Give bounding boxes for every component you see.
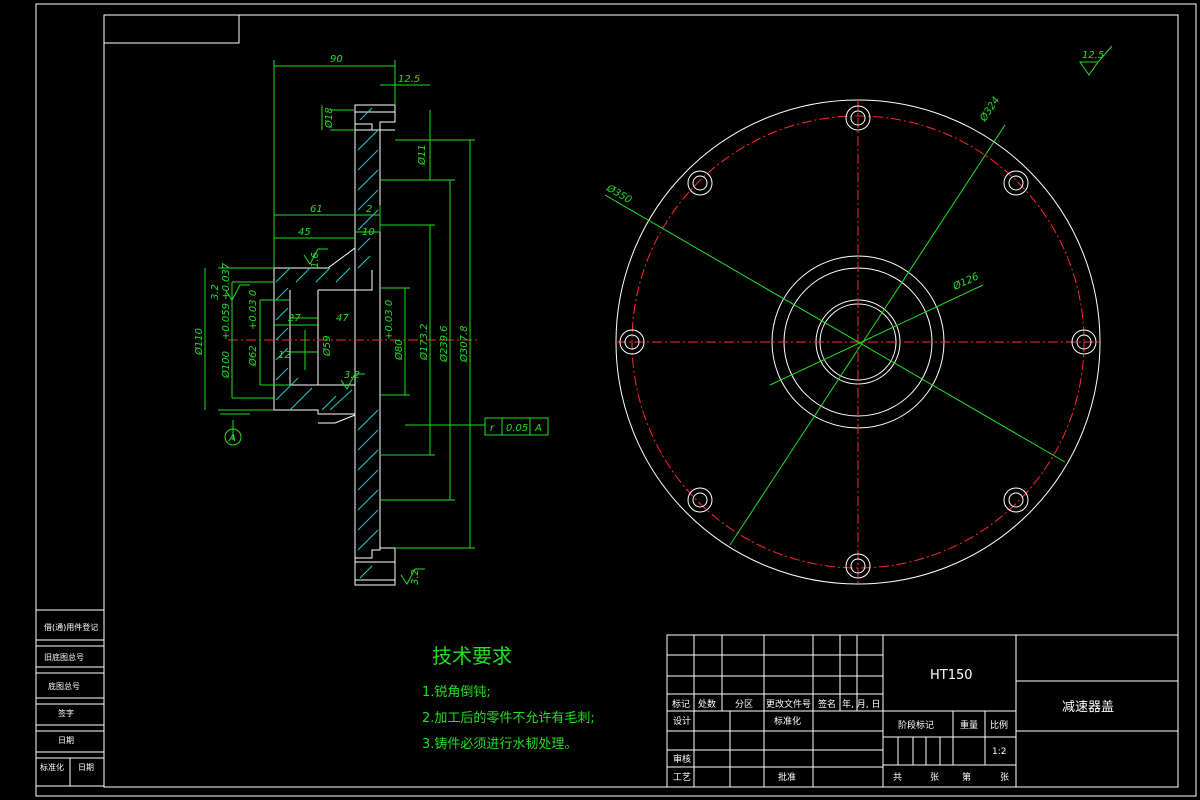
svg-text:Ø110: Ø110: [193, 328, 205, 356]
svg-text:Ø324: Ø324: [977, 94, 1002, 124]
svg-text:Ø100: Ø100: [220, 351, 232, 379]
svg-text:45: 45: [298, 227, 311, 238]
svg-text:分区: 分区: [735, 699, 753, 710]
svg-text:3.铸件必须进行水韧处理。: 3.铸件必须进行水韧处理。: [422, 736, 577, 752]
svg-text:47: 47: [336, 313, 349, 324]
svg-text:更改文件号: 更改文件号: [766, 698, 811, 710]
svg-text:+0.03 0: +0.03 0: [384, 300, 395, 340]
svg-text:Ø59: Ø59: [321, 335, 333, 357]
svg-text:重量: 重量: [960, 719, 978, 731]
dimension-texts: 90 12.5 Ø18 Ø11 61 2 45 10 1.6 3.2 Ø110 …: [193, 54, 542, 585]
svg-text:A: A: [534, 423, 542, 434]
side-block: 借(通)用件登记 旧底图总号 底图总号 签字 日期 标准化 日期: [35, 609, 105, 787]
svg-text:底图总号: 底图总号: [48, 681, 80, 691]
svg-text:Ø239.6: Ø239.6: [438, 326, 450, 364]
svg-text:技术要求: 技术要求: [432, 644, 512, 668]
svg-text:1:2: 1:2: [992, 747, 1006, 757]
front-view-labels: Ø324 Ø350 Ø126: [604, 94, 1003, 293]
svg-text:1.6: 1.6: [310, 252, 321, 268]
svg-text:+0.059 +0.037: +0.059 +0.037: [221, 262, 232, 340]
svg-text:标准化: 标准化: [40, 762, 64, 772]
svg-text:共: 共: [893, 772, 902, 783]
svg-text:Ø173.2: Ø173.2: [418, 324, 430, 362]
cad-drawing: 90 12.5 Ø18 Ø11 61 2 45 10 1.6 3.2 Ø110 …: [35, 3, 1197, 797]
svg-text:签字: 签字: [58, 708, 74, 718]
svg-text:日期: 日期: [78, 763, 94, 772]
svg-text:审核: 审核: [673, 753, 691, 765]
svg-text:3.2: 3.2: [344, 370, 360, 381]
svg-text:旧底图总号: 旧底图总号: [44, 652, 84, 662]
svg-text:批准: 批准: [778, 771, 796, 783]
svg-text:1.锐角倒钝;: 1.锐角倒钝;: [422, 685, 491, 700]
svg-text:张: 张: [1000, 772, 1009, 783]
technical-requirements: 技术要求 1.锐角倒钝; 2.加工后的零件不允许有毛刺; 3.铸件必须进行水韧处…: [422, 644, 595, 752]
svg-text:Ø126: Ø126: [950, 270, 980, 293]
svg-text:27: 27: [288, 313, 301, 324]
svg-text:Ø80: Ø80: [393, 339, 405, 361]
svg-text:61: 61: [310, 204, 323, 215]
svg-text:第: 第: [962, 771, 971, 783]
svg-text:12.5: 12.5: [1082, 50, 1104, 61]
svg-text:标记: 标记: [672, 698, 690, 710]
svg-text:2.加工后的零件不允许有毛刺;: 2.加工后的零件不允许有毛刺;: [422, 710, 595, 726]
drawing-frame: [35, 3, 1197, 797]
svg-text:处数: 处数: [698, 698, 716, 710]
svg-text:张: 张: [930, 772, 939, 783]
svg-text:签名: 签名: [818, 698, 836, 710]
svg-text:减速器盖: 减速器盖: [1062, 700, 1114, 715]
svg-text:Ø62: Ø62: [247, 345, 259, 367]
svg-text:3.2: 3.2: [410, 569, 421, 585]
svg-text:标准化: 标准化: [774, 715, 801, 727]
title-block: 标记 处数 分区 更改文件号 签名 年, 月, 日 设计 标准化 审核 工艺 批…: [666, 634, 1179, 788]
svg-text:设计: 设计: [673, 715, 691, 727]
roughness-mark: 12.5: [1079, 45, 1113, 76]
svg-text:12.5: 12.5: [398, 74, 420, 85]
svg-text:比例: 比例: [990, 719, 1008, 731]
svg-text:12: 12: [278, 350, 291, 361]
svg-text:Ø11: Ø11: [416, 144, 428, 166]
svg-text:日期: 日期: [58, 736, 74, 745]
svg-text:阶段标记: 阶段标记: [898, 719, 934, 731]
svg-text:10: 10: [362, 227, 375, 238]
svg-text:年, 月, 日: 年, 月, 日: [842, 698, 880, 710]
svg-text:HT150: HT150: [930, 668, 973, 683]
svg-text:工艺: 工艺: [673, 772, 691, 783]
svg-text:90: 90: [330, 54, 343, 65]
svg-text:A: A: [228, 433, 236, 444]
svg-text:0.05: 0.05: [506, 423, 528, 434]
svg-text:2: 2: [366, 204, 372, 215]
svg-text:借(通)用件登记: 借(通)用件登记: [44, 622, 98, 632]
svg-text:3.2: 3.2: [210, 284, 221, 300]
svg-text:Ø307.8: Ø307.8: [458, 326, 470, 364]
svg-text:+0.03 0: +0.03 0: [248, 290, 259, 330]
svg-text:Ø18: Ø18: [323, 107, 335, 129]
front-view: [604, 99, 1101, 585]
svg-text:r: r: [490, 423, 495, 434]
